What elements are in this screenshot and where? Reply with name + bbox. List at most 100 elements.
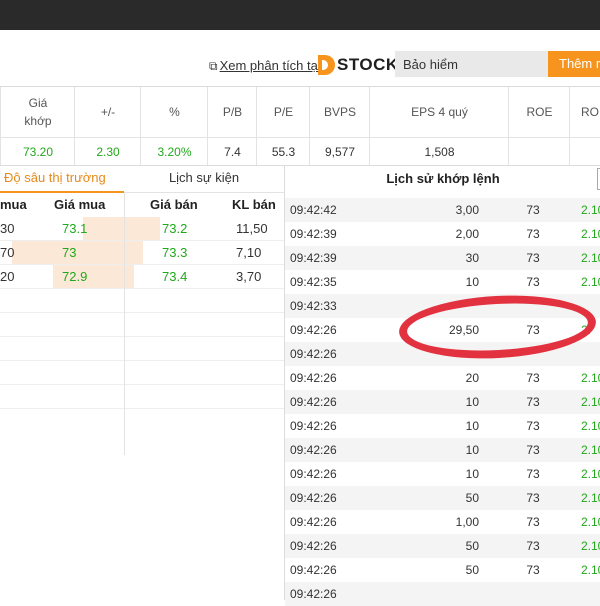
match-history-row[interactable]: 09:42:42 3,00 73 2.10 [285, 198, 600, 222]
match-price: 73 [526, 203, 540, 217]
depth-qty-sell: 11,50 [236, 221, 268, 236]
depth-price-buy: 73 [62, 245, 77, 260]
metric-column: P/B 7.4 [207, 87, 257, 165]
add-button[interactable]: Thêm m [548, 51, 600, 77]
match-history-row[interactable]: 09:42:26 10 73 2.10 [285, 462, 600, 486]
depth-price-sell: 73.2 [162, 221, 188, 236]
depth-grid-line [0, 384, 284, 385]
match-qty: 10 [465, 443, 479, 457]
metric-header: P/B [222, 105, 243, 119]
match-history-row[interactable]: 09:42:26 10 73 2.10 [285, 438, 600, 462]
tab-event-calendar[interactable]: Lịch sự kiện [124, 165, 284, 193]
metric-value [570, 137, 600, 166]
external-link-icon: ⧉ [209, 59, 218, 73]
match-change: 2.10 [581, 419, 600, 433]
match-history-row[interactable]: 09:42:26 1,00 73 2.10 [285, 510, 600, 534]
depth-grid-line [0, 264, 284, 265]
metric-value: 73.20 [1, 137, 75, 166]
match-history-panel: Lịch sử khớp lệnh 09:42:423,00732.1009:4… [284, 165, 600, 606]
metric-value: 7.4 [208, 137, 257, 166]
match-history-row[interactable]: 09:42:26 [285, 582, 600, 606]
match-history-row[interactable]: 09:42:26 10 73 2.10 [285, 390, 600, 414]
match-qty: 2,00 [455, 227, 479, 241]
match-history-row[interactable]: 09:42:39 30 73 2.10 [285, 246, 600, 270]
match-history-row[interactable]: 09:42:26 [285, 342, 600, 366]
depth-qty-buy: 30 [0, 221, 15, 236]
match-history-row[interactable]: 09:42:26 10 73 2.10 [285, 414, 600, 438]
match-time: 09:42:26 [290, 371, 337, 385]
metric-value: 2.30 [75, 137, 141, 166]
metric-column: EPS 4 quý 1,508 [369, 87, 509, 165]
match-price: 73 [526, 563, 540, 577]
metric-header: P/E [273, 105, 294, 119]
qty-sell-header: KL bán [232, 197, 276, 212]
sell-volume-bar [125, 217, 160, 241]
metric-header: ROE [526, 105, 553, 119]
depth-price-sell: 73.4 [162, 269, 188, 284]
match-qty: 3,00 [455, 203, 479, 217]
match-change: 2. [581, 323, 592, 337]
match-history-row[interactable]: 09:42:33 [285, 294, 600, 318]
match-history-row[interactable]: 09:42:26 50 73 2.10 [285, 486, 600, 510]
tab-market-depth[interactable]: Độ sâu thị trường [0, 165, 124, 193]
metric-column: Giá khớp 73.20 [0, 87, 75, 165]
depth-row[interactable]: 30 73.1 73.2 11,50 [0, 217, 284, 241]
match-price: 73 [526, 515, 540, 529]
match-time: 09:42:33 [290, 299, 337, 313]
depth-row[interactable]: 20 72.9 73.4 3,70 [0, 265, 284, 289]
depth-grid-line [0, 288, 284, 289]
match-time: 09:42:26 [290, 419, 337, 433]
match-time: 09:42:26 [290, 347, 337, 361]
metric-column: % 3.20% [140, 87, 208, 165]
match-price: 73 [526, 419, 540, 433]
analysis-link[interactable]: ⧉ Xem phân tích tại [209, 58, 321, 74]
match-price: 73 [526, 275, 540, 289]
match-change: 2.10 [581, 515, 600, 529]
match-change: 2.10 [581, 227, 600, 241]
dstock-logo[interactable]: STOCK [318, 53, 399, 77]
match-history-row[interactable]: 09:42:35 10 73 2.10 [285, 270, 600, 294]
match-change: 2.10 [581, 539, 600, 553]
match-time: 09:42:26 [290, 395, 337, 409]
match-price: 73 [526, 251, 540, 265]
match-time: 09:42:26 [290, 515, 337, 529]
match-history-row[interactable]: 09:42:26 50 73 2.10 [285, 534, 600, 558]
match-price: 73 [526, 539, 540, 553]
match-qty: 50 [465, 563, 479, 577]
depth-grid-line [0, 360, 284, 361]
match-price: 73 [526, 323, 540, 337]
depth-qty-buy: 20 [0, 269, 15, 284]
metric-column: +/- 2.30 [74, 87, 141, 165]
analysis-link-text: Xem phân tích tại [219, 58, 321, 73]
match-change: 2.10 [581, 275, 600, 289]
depth-grid-line [0, 312, 284, 313]
match-qty: 10 [465, 419, 479, 433]
depth-price-buy: 72.9 [62, 269, 88, 284]
match-time: 09:42:26 [290, 563, 337, 577]
match-qty: 10 [465, 395, 479, 409]
match-price: 73 [526, 491, 540, 505]
industry-search-input[interactable] [395, 51, 548, 77]
match-history-row[interactable]: 09:42:39 2,00 73 2.10 [285, 222, 600, 246]
match-change: 2.10 [581, 203, 600, 217]
match-change: 2.10 [581, 467, 600, 481]
match-history-row[interactable]: 09:42:26 29,50 73 2. [285, 318, 600, 342]
match-qty: 10 [465, 467, 479, 481]
metric-header: EPS 4 quý [411, 105, 468, 119]
match-change: 2.10 [581, 395, 600, 409]
depth-row[interactable]: 70 73 73.3 7,10 [0, 241, 284, 265]
metric-header: +/- [100, 105, 116, 119]
price-buy-header: Giá mua [54, 197, 106, 212]
match-time: 09:42:26 [290, 539, 337, 553]
brand-row: ⧉Xem phân tích tại STOCK Thêm m [0, 50, 600, 80]
match-history-row[interactable]: 09:42:26 20 73 2.10 [285, 366, 600, 390]
match-history-row[interactable]: 09:42:26 50 73 2.10 [285, 558, 600, 582]
match-time: 09:42:26 [290, 467, 337, 481]
match-change: 2.10 [581, 491, 600, 505]
match-history-title: Lịch sử khớp lệnh [386, 171, 500, 186]
depth-qty-sell: 3,70 [236, 269, 262, 284]
match-price: 73 [526, 443, 540, 457]
metric-column: ROE [508, 87, 570, 165]
metric-value [509, 137, 570, 166]
match-time: 09:42:26 [290, 443, 337, 457]
